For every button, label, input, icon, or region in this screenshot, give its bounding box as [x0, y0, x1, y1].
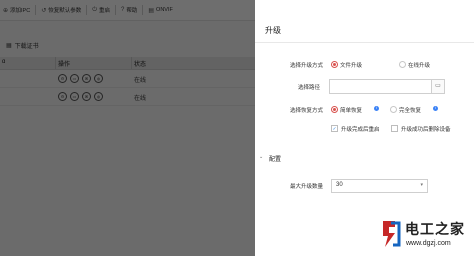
toolbar-separator: [35, 5, 37, 15]
background-app: ⊕ 添加IPC ↺ 恢复默认参数 ⏻ 重启 ? 帮助 ▤ ONVIF ▦ 下载证…: [0, 0, 255, 256]
chevron-down-icon: ▾: [420, 182, 423, 188]
row-operations: ⚙ ▭ ⌘ ◍: [58, 74, 103, 83]
column-header-operations: 操作: [58, 62, 71, 68]
onvif-icon: ▤: [148, 7, 155, 14]
panel-divider: [255, 42, 474, 43]
max-upgrade-select[interactable]: 30 ▾: [331, 179, 428, 193]
toolbar-onvif[interactable]: ▤ ONVIF: [145, 0, 175, 20]
info-icon[interactable]: i: [374, 106, 379, 111]
folder-icon: ▭: [435, 83, 441, 89]
monitor-icon[interactable]: ▭: [70, 92, 79, 101]
status-text: 在线: [134, 78, 147, 84]
browse-folder-button[interactable]: ▭: [431, 79, 445, 94]
toolbar-label: 帮助: [126, 8, 138, 14]
globe-icon[interactable]: ◍: [94, 92, 103, 101]
link-icon[interactable]: ⌘: [82, 74, 91, 83]
config-section-title[interactable]: 配置: [269, 154, 281, 163]
monitor-icon[interactable]: ▭: [70, 74, 79, 83]
table-header: ɑ 操作 状态: [0, 57, 255, 70]
radio-online-upgrade-label[interactable]: 在线升级: [408, 61, 430, 69]
path-input[interactable]: [329, 79, 432, 94]
settings-icon[interactable]: ⚙: [58, 74, 67, 83]
settings-icon[interactable]: ⚙: [58, 92, 67, 101]
path-label: 选择路径: [298, 85, 321, 91]
help-icon: ?: [121, 7, 125, 13]
toolbar-separator: [142, 5, 144, 15]
radio-file-upgrade-label[interactable]: 文件升级: [340, 61, 362, 69]
toolbar-add-ipc[interactable]: ⊕ 添加IPC: [0, 0, 33, 20]
toolbar: ⊕ 添加IPC ↺ 恢复默认参数 ⏻ 重启 ? 帮助 ▤ ONVIF: [0, 0, 255, 21]
certificate-icon: ▦: [6, 42, 12, 49]
chevron-down-icon[interactable]: ⌄: [259, 154, 263, 160]
link-icon[interactable]: ⌘: [82, 92, 91, 101]
toolbar-restore-defaults[interactable]: ↺ 恢复默认参数: [38, 0, 84, 20]
globe-icon[interactable]: ◍: [94, 74, 103, 83]
column-header-status: 状态: [134, 62, 147, 68]
radio-simple-restore-label[interactable]: 简单恢复: [340, 106, 362, 114]
info-icon[interactable]: i: [433, 106, 438, 111]
panel-title: 升级: [265, 26, 281, 35]
download-certificate-label: 下载证书: [14, 43, 39, 50]
toolbar-separator: [86, 5, 88, 15]
upgrade-method-label: 选择升级方式: [290, 63, 324, 69]
reboot-icon: ⏻: [92, 6, 97, 13]
status-text: 在线: [134, 96, 147, 102]
restore-icon: ↺: [41, 7, 47, 14]
toolbar-label: 恢复默认参数: [48, 8, 82, 14]
table-row[interactable]: ⚙ ▭ ⌘ ◍ 在线: [0, 70, 255, 88]
watermark: 电工之家 www.dgzj.com: [375, 215, 474, 256]
radio-simple-restore[interactable]: [331, 106, 338, 113]
reboot-after-upgrade-checkbox[interactable]: ✓: [331, 125, 338, 132]
reboot-after-upgrade-label[interactable]: 升级完成后重启: [341, 125, 380, 133]
column-divider: [55, 57, 56, 69]
radio-full-restore[interactable]: [390, 106, 397, 113]
max-upgrade-value: 30: [336, 182, 343, 188]
toolbar-label: ONVIF: [156, 7, 173, 13]
watermark-logo-icon: [383, 221, 401, 247]
toolbar-label: 添加IPC: [10, 8, 31, 14]
radio-online-upgrade[interactable]: [399, 61, 406, 68]
toolbar-reboot[interactable]: ⏻ 重启: [89, 0, 113, 20]
delete-device-checkbox[interactable]: [391, 125, 398, 132]
table-row[interactable]: ⚙ ▭ ⌘ ◍ 在线: [0, 88, 255, 106]
row-operations: ⚙ ▭ ⌘ ◍: [58, 92, 103, 101]
column-divider: [131, 57, 132, 69]
download-certificate[interactable]: ▦ 下载证书: [0, 37, 255, 53]
watermark-url: www.dgzj.com: [406, 240, 451, 247]
toolbar-separator: [115, 5, 117, 15]
watermark-title: 电工之家: [405, 221, 465, 237]
toolbar-help[interactable]: ? 帮助: [118, 0, 140, 20]
max-upgrade-label: 最大升级数量: [290, 184, 324, 190]
radio-full-restore-label[interactable]: 完全恢复: [399, 106, 421, 114]
add-icon: ⊕: [3, 7, 9, 14]
toolbar-label: 重启: [99, 8, 111, 14]
restore-method-label: 选择恢复方式: [290, 108, 324, 114]
column-header: ɑ: [2, 59, 6, 65]
delete-device-label[interactable]: 升级成功后删除设备: [401, 125, 451, 133]
radio-file-upgrade[interactable]: [331, 61, 338, 68]
